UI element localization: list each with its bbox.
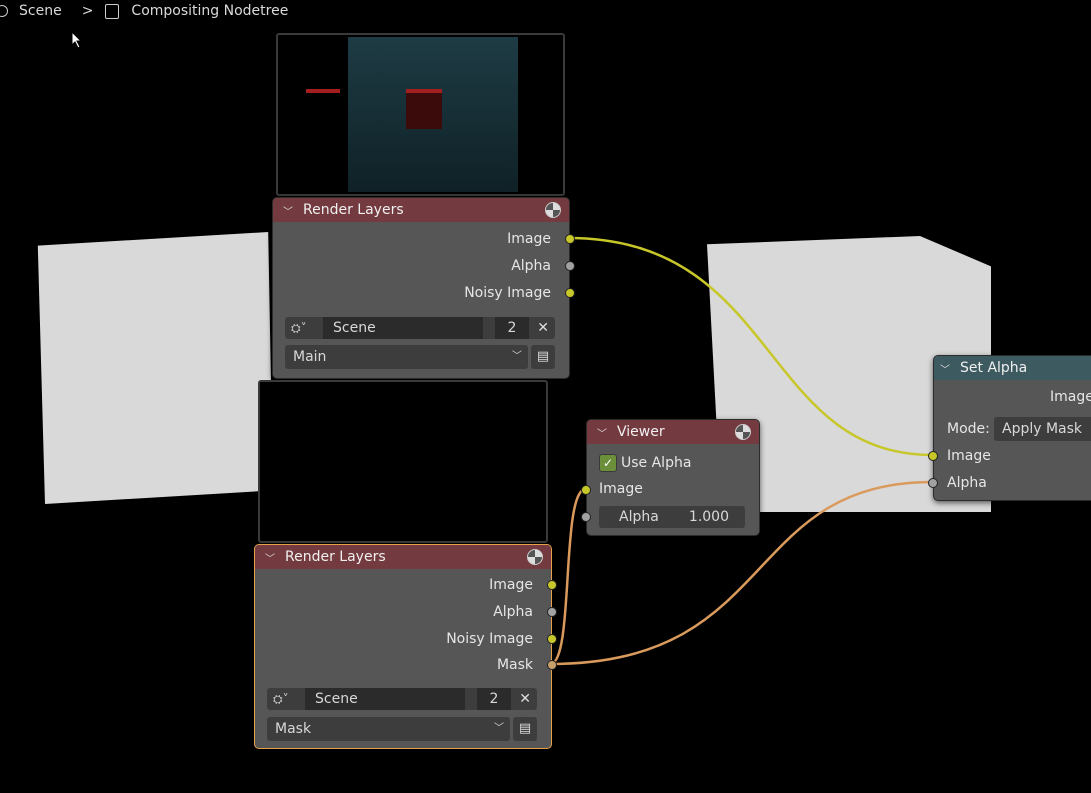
backdrop-shape-left (37, 232, 273, 504)
breadcrumb: Scene > Compositing Nodetree (0, 0, 288, 22)
node-title: Viewer (617, 424, 665, 440)
output-alpha: Alpha (511, 258, 551, 274)
socket-alpha-in[interactable] (928, 478, 938, 488)
node-title: Render Layers (285, 549, 386, 565)
output-image: Image (1050, 389, 1091, 405)
node-header[interactable]: ﹀ Set Alpha (934, 356, 1091, 380)
scene-name-field[interactable]: Scene (323, 317, 483, 339)
alpha-value-field[interactable]: Alpha 1.000 (599, 506, 745, 528)
output-image: Image (489, 577, 533, 593)
chevron-down-icon: ﹀ (494, 723, 504, 734)
scene-selector[interactable]: ⛭˅ Scene 2 ✕ (285, 317, 555, 339)
collapse-chevron-icon[interactable]: ﹀ (597, 425, 609, 440)
preview-cube (406, 89, 442, 129)
socket-mask-out[interactable] (547, 660, 557, 670)
socket-image-out[interactable] (565, 234, 575, 244)
socket-noisy-image-out[interactable] (547, 634, 557, 644)
mode-label: Mode: (947, 421, 990, 437)
collapse-chevron-icon[interactable]: ﹀ (283, 203, 295, 218)
chevron-down-icon: ﹀ (512, 351, 522, 362)
input-image-label: Image (599, 481, 643, 497)
socket-noisy-image-out[interactable] (565, 288, 575, 298)
socket-alpha-out[interactable] (565, 261, 575, 271)
node-header[interactable]: ﹀ Viewer (587, 420, 759, 444)
preview-plane (306, 89, 340, 93)
input-alpha-label: Alpha (947, 475, 987, 491)
scene-datablock-icon[interactable]: ⛭˅ (291, 317, 307, 339)
output-noisy-image: Noisy Image (446, 631, 533, 647)
nodetree-icon (105, 3, 120, 19)
use-alpha-checkbox[interactable]: ✓ Use Alpha (599, 454, 691, 472)
node-header[interactable]: ﹀ Render Layers (255, 545, 551, 569)
output-alpha: Alpha (493, 604, 533, 620)
scene-selector[interactable]: ⛭˅ Scene 2 ✕ (267, 688, 537, 710)
checkbox-check-icon[interactable]: ✓ (599, 454, 617, 472)
socket-image-in[interactable] (928, 451, 938, 461)
socket-image-out[interactable] (547, 580, 557, 590)
layer-dropdown-value: Main (293, 349, 327, 365)
use-alpha-label: Use Alpha (621, 455, 692, 471)
node-title: Set Alpha (960, 360, 1028, 376)
render-layers-node-main[interactable]: ﹀ Render Layers Image Alpha Noisy Image … (272, 197, 575, 379)
unlink-close-icon[interactable]: ✕ (519, 688, 531, 710)
output-noisy-image: Noisy Image (464, 285, 551, 301)
breadcrumb-scene[interactable]: Scene (19, 3, 62, 19)
mode-dropdown[interactable]: Apply Mask (994, 417, 1091, 441)
output-image: Image (507, 231, 551, 247)
scene-users-count[interactable]: 2 (495, 317, 529, 339)
socket-alpha-in[interactable] (581, 512, 591, 522)
scene-datablock-icon[interactable]: ⛭˅ (273, 688, 289, 710)
alpha-field-label: Alpha (619, 509, 659, 525)
alpha-field-value: 1.000 (688, 509, 729, 525)
preview-sphere-icon[interactable] (735, 424, 751, 440)
layer-dropdown[interactable]: Mask ﹀ (267, 717, 510, 741)
output-mask: Mask (496, 657, 533, 673)
layer-dropdown[interactable]: Main ﹀ (285, 345, 528, 369)
unlink-close-icon[interactable]: ✕ (537, 317, 549, 339)
input-image-label: Image (947, 448, 991, 464)
mouse-cursor-icon (71, 31, 83, 49)
scene-users-count[interactable]: 2 (477, 688, 511, 710)
breadcrumb-nodetree[interactable]: Compositing Nodetree (131, 3, 288, 19)
mode-dropdown-value: Apply Mask (1002, 421, 1083, 437)
layer-dropdown-value: Mask (275, 721, 312, 737)
breadcrumb-separator: > (81, 3, 94, 19)
set-alpha-node[interactable]: ﹀ Set Alpha Image Mode: Apply Mask Image… (928, 355, 1091, 501)
render-preview-top (276, 33, 565, 196)
clipboard-icon[interactable]: ▤ (513, 717, 537, 741)
socket-alpha-out[interactable] (547, 607, 557, 617)
scene-name-field[interactable]: Scene (305, 688, 465, 710)
collapse-chevron-icon[interactable]: ﹀ (265, 550, 277, 565)
node-title: Render Layers (303, 202, 404, 218)
node-header[interactable]: ﹀ Render Layers (273, 198, 569, 222)
viewer-node[interactable]: ﹀ Viewer ✓ Use Alpha Image Alpha 1.000 (581, 419, 760, 536)
socket-image-in[interactable] (581, 485, 591, 495)
clipboard-icon[interactable]: ▤ (531, 345, 555, 369)
preview-sphere-icon[interactable] (527, 549, 543, 565)
preview-sphere-icon[interactable] (545, 202, 561, 218)
render-layers-node-mask[interactable]: ﹀ Render Layers Image Alpha Noisy Image … (254, 544, 557, 749)
scene-icon (0, 5, 8, 17)
render-preview-bottom (258, 380, 548, 543)
collapse-chevron-icon[interactable]: ﹀ (940, 361, 952, 376)
